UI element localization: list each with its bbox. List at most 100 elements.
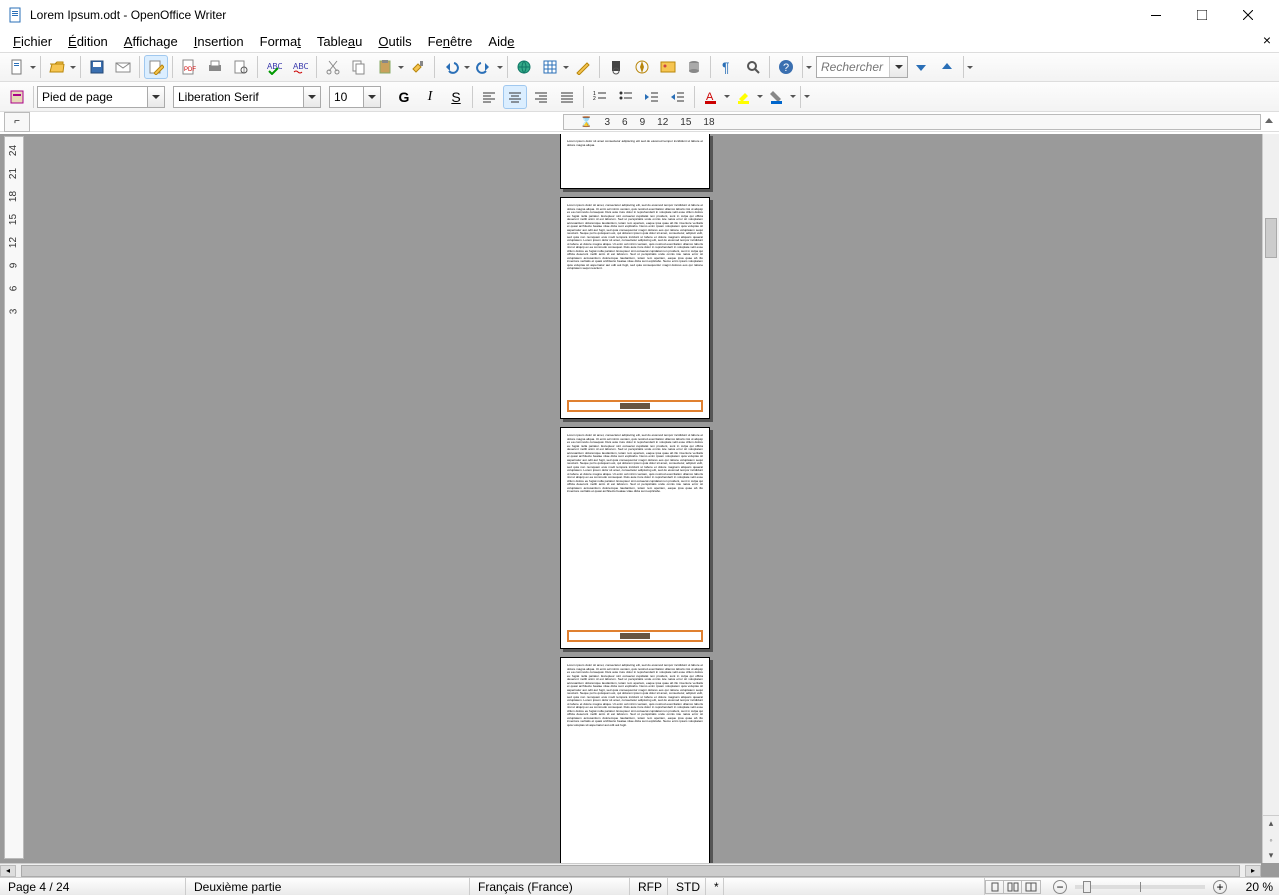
- highlight-button[interactable]: [732, 85, 756, 109]
- zoom-slider[interactable]: [1075, 885, 1205, 889]
- page-footer-selected[interactable]: [567, 630, 703, 642]
- help-button[interactable]: ?: [774, 55, 798, 79]
- align-left-button[interactable]: [477, 85, 501, 109]
- status-insert-mode[interactable]: RFP: [630, 878, 668, 895]
- increase-indent-button[interactable]: [666, 85, 690, 109]
- styles-window-button[interactable]: [5, 85, 29, 109]
- search-up-button[interactable]: [935, 55, 959, 79]
- email-button[interactable]: [111, 55, 135, 79]
- status-section[interactable]: Deuxième partie: [186, 878, 470, 895]
- italic-button[interactable]: I: [418, 85, 442, 109]
- font-size-arrow[interactable]: [363, 86, 381, 108]
- bgcolor-dropdown[interactable]: [788, 92, 797, 101]
- bold-button[interactable]: G: [392, 85, 416, 109]
- font-color-dropdown[interactable]: [722, 92, 731, 101]
- search-box[interactable]: [816, 56, 908, 78]
- page-preview[interactable]: Lorem ipsum dolor sit amet, consectetur …: [560, 427, 710, 649]
- table-button[interactable]: [538, 55, 562, 79]
- decrease-indent-button[interactable]: [640, 85, 664, 109]
- nonprinting-chars-button[interactable]: ¶: [715, 55, 739, 79]
- paragraph-style-input[interactable]: [37, 86, 147, 108]
- window-maximize-button[interactable]: [1179, 0, 1225, 30]
- align-justify-button[interactable]: [555, 85, 579, 109]
- print-preview-button[interactable]: [229, 55, 253, 79]
- zoom-out-button[interactable]: −: [1053, 880, 1067, 894]
- menu-edition[interactable]: Édition: [61, 32, 115, 51]
- nav-prev-page-button[interactable]: ▴: [1263, 816, 1279, 832]
- bulleted-list-button[interactable]: [614, 85, 638, 109]
- toolbar-overflow[interactable]: [804, 63, 813, 72]
- menu-format[interactable]: Format: [253, 32, 308, 51]
- export-pdf-button[interactable]: PDF: [177, 55, 201, 79]
- view-layout-buttons[interactable]: [985, 880, 1041, 894]
- menu-affichage[interactable]: Affichage: [117, 32, 185, 51]
- page-preview[interactable]: Lorem ipsum dolor sit amet, consectetur …: [560, 197, 710, 419]
- new-doc-button[interactable]: [5, 55, 29, 79]
- status-language[interactable]: Français (France): [470, 878, 630, 895]
- status-signature[interactable]: [724, 878, 985, 895]
- document-area[interactable]: Lorem ipsum dolor sit amet consectetur a…: [28, 134, 1261, 863]
- vscroll-thumb[interactable]: [1265, 218, 1277, 258]
- window-close-button[interactable]: [1225, 0, 1271, 30]
- paste-button[interactable]: [373, 55, 397, 79]
- view-book-icon[interactable]: [1022, 881, 1040, 893]
- open-button[interactable]: [45, 55, 69, 79]
- redo-button[interactable]: [472, 55, 496, 79]
- align-right-button[interactable]: [529, 85, 553, 109]
- horizontal-ruler[interactable]: ⌛ 3 6 9 12 15 18: [563, 114, 1261, 130]
- nav-next-page-button[interactable]: ▾: [1263, 847, 1279, 863]
- vscroll-up-button[interactable]: [1263, 115, 1275, 127]
- menu-fichier[interactable]: Fichier: [6, 32, 59, 51]
- new-doc-dropdown[interactable]: [28, 63, 37, 72]
- paste-dropdown[interactable]: [396, 63, 405, 72]
- cut-button[interactable]: [321, 55, 345, 79]
- undo-dropdown[interactable]: [462, 63, 471, 72]
- highlight-dropdown[interactable]: [755, 92, 764, 101]
- status-page[interactable]: Page 4 / 24: [0, 878, 186, 895]
- find-button[interactable]: [604, 55, 628, 79]
- zoom-in-button[interactable]: +: [1213, 880, 1227, 894]
- spellcheck-button[interactable]: ABC: [262, 55, 286, 79]
- datasources-button[interactable]: [682, 55, 706, 79]
- save-button[interactable]: [85, 55, 109, 79]
- hscroll-thumb[interactable]: [21, 865, 1240, 877]
- menu-insertion[interactable]: Insertion: [187, 32, 251, 51]
- numbered-list-button[interactable]: 12: [588, 85, 612, 109]
- zoom-percentage[interactable]: 20 %: [1229, 880, 1273, 894]
- formatting-toolbar-overflow[interactable]: [802, 92, 811, 101]
- underline-button[interactable]: S: [444, 85, 468, 109]
- open-dropdown[interactable]: [68, 63, 77, 72]
- search-dropdown[interactable]: [889, 57, 907, 77]
- font-name-arrow[interactable]: [303, 86, 321, 108]
- edit-mode-button[interactable]: [144, 55, 168, 79]
- gallery-button[interactable]: [656, 55, 680, 79]
- font-color-button[interactable]: A: [699, 85, 723, 109]
- menu-tableau[interactable]: Tableau: [310, 32, 370, 51]
- navigator-button[interactable]: [630, 55, 654, 79]
- hscroll-right-button[interactable]: ▸: [1245, 865, 1261, 877]
- search-toolbar-overflow[interactable]: [965, 63, 974, 72]
- view-multi-page-icon[interactable]: [1004, 881, 1022, 893]
- view-single-page-icon[interactable]: [986, 881, 1004, 893]
- format-paintbrush-button[interactable]: [406, 55, 430, 79]
- paragraph-style-arrow[interactable]: [147, 86, 165, 108]
- print-button[interactable]: [203, 55, 227, 79]
- drawing-button[interactable]: [571, 55, 595, 79]
- hscroll-left-button[interactable]: ◂: [0, 865, 16, 877]
- menu-fenetre[interactable]: Fenêtre: [421, 32, 480, 51]
- search-down-button[interactable]: [909, 55, 933, 79]
- document-close-button[interactable]: ×: [1263, 32, 1271, 48]
- autospell-button[interactable]: ABC: [288, 55, 312, 79]
- page-preview[interactable]: Lorem ipsum dolor sit amet, consectetur …: [560, 657, 710, 863]
- search-input[interactable]: [817, 57, 889, 77]
- hyperlink-button[interactable]: [512, 55, 536, 79]
- menu-aide[interactable]: Aide: [481, 32, 521, 51]
- horizontal-scrollbar[interactable]: ◂ ▸: [0, 863, 1261, 877]
- paragraph-style-combo[interactable]: [37, 86, 165, 108]
- font-name-combo[interactable]: [173, 86, 321, 108]
- undo-button[interactable]: [439, 55, 463, 79]
- align-center-button[interactable]: [503, 85, 527, 109]
- font-size-input[interactable]: [329, 86, 363, 108]
- copy-button[interactable]: [347, 55, 371, 79]
- vertical-ruler[interactable]: 24 21 18 15 12 9 6 3: [4, 136, 24, 859]
